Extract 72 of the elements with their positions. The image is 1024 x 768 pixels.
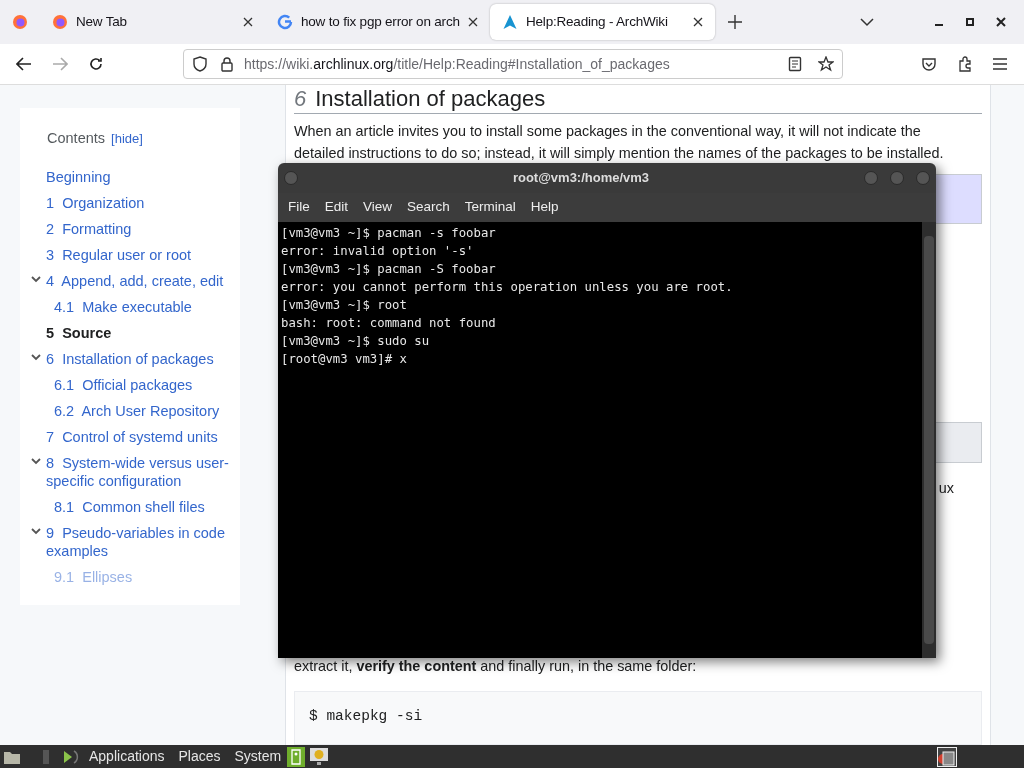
window-title: root@vm3:/home/vm3 xyxy=(511,169,651,188)
reload-icon[interactable] xyxy=(88,56,104,72)
menu-icon[interactable] xyxy=(993,58,1007,70)
text-fragment: ux xyxy=(938,479,954,499)
tab-title: Help:Reading - ArchWiki xyxy=(526,12,669,31)
tab-title: New Tab xyxy=(76,12,128,31)
menu-item[interactable]: Terminal xyxy=(458,197,522,218)
section-heading: Installation of packages xyxy=(315,85,546,112)
star-icon[interactable] xyxy=(818,56,834,72)
close-icon[interactable] xyxy=(693,17,703,27)
terminal-line: error: you cannot perform this operation unless you are root. xyxy=(281,279,733,296)
close-icon[interactable] xyxy=(243,17,253,27)
paragraph: When an article invites you to install some packages in the conventional way, it will not indicate the detailed instructions to do so; instead, it will simply mention the names of the packages to be installed. xyxy=(294,122,945,163)
firefox-icon xyxy=(12,14,28,30)
taskbar-menu[interactable]: Applications xyxy=(89,746,165,767)
exit-icon[interactable] xyxy=(287,746,306,767)
terminal-line: [vm3@vm3 ~]$ root xyxy=(281,297,407,314)
toc-link[interactable]: 6.2 Arch User Repository xyxy=(54,397,220,424)
lock-icon xyxy=(220,56,234,72)
toc-link[interactable]: 4.1 Make executable xyxy=(54,293,192,320)
toc-link[interactable]: 8.1 Common shell files xyxy=(54,493,205,520)
toc-link[interactable]: 1 Organization xyxy=(46,189,145,216)
menu-item[interactable]: View xyxy=(357,197,399,218)
close-icon[interactable] xyxy=(468,17,478,27)
shield-icon xyxy=(192,56,208,72)
pocket-icon[interactable] xyxy=(921,56,937,72)
terminal-line: bash: root: command not found xyxy=(281,315,496,332)
reader-view-icon[interactable] xyxy=(788,56,802,72)
menu-item[interactable]: File xyxy=(282,197,316,218)
chevron-down-icon[interactable] xyxy=(860,17,874,27)
firefox-icon xyxy=(52,14,68,30)
url-text: https://wiki.archlinux.org/title/Help:Reading#Installation_of_packages xyxy=(244,54,670,74)
address-bar[interactable]: https://wiki.archlinux.org/title/Help:Reading#Installation_of_packages xyxy=(183,49,843,79)
paragraph: extract it, verify the content and finally run, in the same folder: xyxy=(294,656,698,676)
browser-tab[interactable]: New Tab xyxy=(40,4,265,40)
menu-item[interactable]: Help xyxy=(524,197,565,218)
terminal-line: [vm3@vm3 ~]$ pacman -S foobar xyxy=(281,261,496,278)
toc-link[interactable]: 9 Pseudo-variables in code examples xyxy=(46,519,234,564)
terminal-line: error: invalid option '-s' xyxy=(281,243,474,260)
close-icon[interactable] xyxy=(996,17,1006,27)
google-icon xyxy=(277,14,293,30)
contents-title: Contents xyxy=(47,129,106,148)
play-icon[interactable] xyxy=(61,747,81,766)
toc-link[interactable]: 6.1 Official packages xyxy=(54,371,193,398)
tab-title: how to fix pgp error on arch xyxy=(301,12,460,31)
arch-logo-icon xyxy=(502,14,518,30)
section-number: 6 xyxy=(294,85,307,112)
terminal-line: [vm3@vm3 ~]$ sudo su xyxy=(281,333,430,350)
window-thumbnail-icon[interactable] xyxy=(937,746,957,767)
toc-link[interactable]: 5 Source xyxy=(46,319,112,346)
toc-link[interactable]: 4 Append, add, create, edit xyxy=(46,267,224,294)
taskbar-menu[interactable]: Places xyxy=(178,746,221,767)
browser-tab[interactable]: Help:Reading - ArchWiki xyxy=(490,4,715,40)
back-arrow-icon[interactable] xyxy=(16,57,32,71)
terminal-line: [root@vm3 vm3]# x xyxy=(281,351,407,368)
toc-link[interactable]: Beginning xyxy=(46,163,111,190)
toc-link[interactable]: 3 Regular user or root xyxy=(46,241,192,268)
plus-icon[interactable] xyxy=(728,15,742,29)
menu-item[interactable]: Search xyxy=(401,197,456,218)
taskbar-menu[interactable]: System xyxy=(234,746,282,767)
maximize-icon[interactable] xyxy=(966,18,974,26)
browser-tab[interactable]: how to fix pgp error on arch xyxy=(265,4,490,40)
toc-link[interactable]: 2 Formatting xyxy=(46,215,132,242)
hide-link[interactable]: [hide] xyxy=(111,129,143,149)
terminal-line: [vm3@vm3 ~]$ pacman -s foobar xyxy=(281,225,496,242)
code-block: $ makepkg -si xyxy=(294,690,982,745)
menu-item[interactable]: Edit xyxy=(318,197,355,218)
puzzle-icon[interactable] xyxy=(957,56,973,72)
toc-link[interactable]: 6 Installation of packages xyxy=(46,345,214,372)
toc-link[interactable]: 7 Control of systemd units xyxy=(46,423,218,450)
toc-link[interactable]: 8 System-wide versus user-specific configuration xyxy=(46,449,234,494)
monitor-icon[interactable] xyxy=(309,746,330,767)
